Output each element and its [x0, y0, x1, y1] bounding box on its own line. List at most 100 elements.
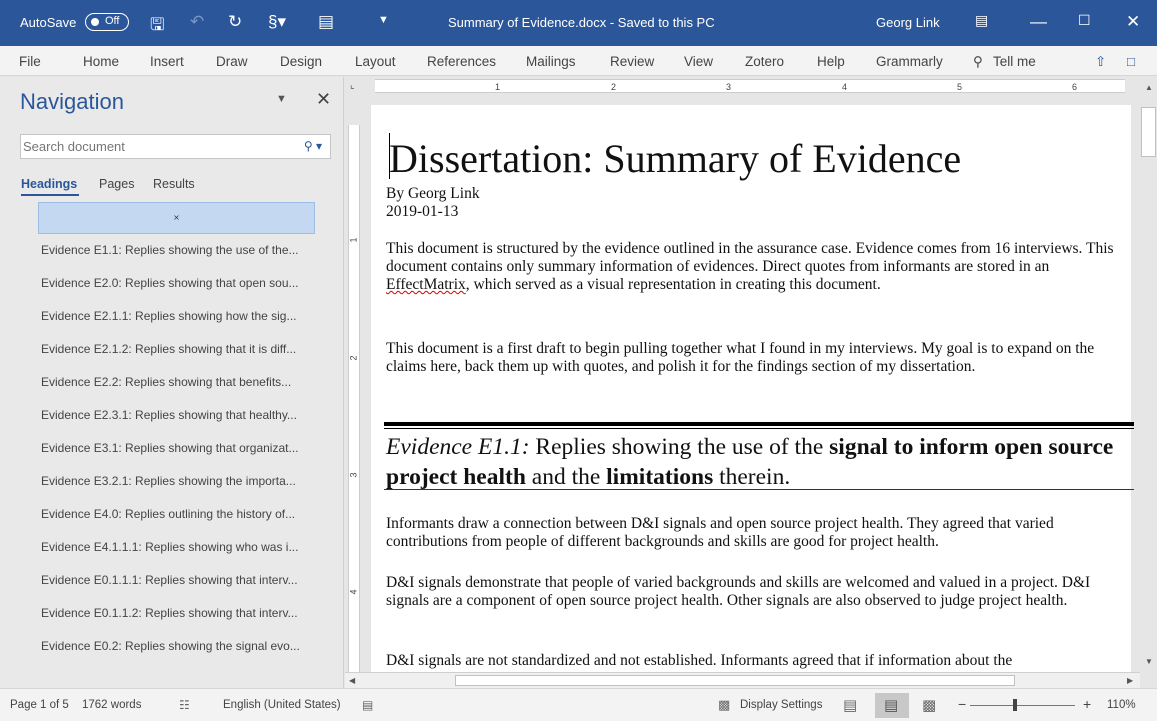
heading-label: Evidence E1.1:	[386, 434, 530, 460]
scroll-right-icon[interactable]: ▶	[1127, 676, 1133, 685]
share-icon[interactable]: ⇧	[1095, 54, 1106, 70]
web-layout-icon[interactable]: ▩	[922, 696, 936, 714]
ribbon-display-icon[interactable]: ▤	[975, 12, 988, 29]
redo-icon[interactable]: ↻	[228, 12, 242, 32]
close-pane-icon[interactable]: ✕	[316, 89, 331, 110]
zoom-slider[interactable]	[970, 705, 1075, 706]
tab-pages[interactable]: Pages	[99, 177, 134, 191]
heading-border-thick	[384, 422, 1134, 426]
tab-design[interactable]: Design	[280, 54, 322, 69]
user-name[interactable]: Georg Link	[876, 15, 940, 30]
tab-review[interactable]: Review	[610, 54, 654, 69]
close-window-icon[interactable]: ✕	[1126, 12, 1140, 32]
tab-insert[interactable]: Insert	[150, 54, 184, 69]
word-count[interactable]: 1762 words	[82, 699, 141, 711]
document-title-heading[interactable]: Dissertation: Summary of Evidence	[389, 135, 961, 182]
heading-item[interactable]: Evidence E3.2.1: Replies showing the imp…	[41, 474, 296, 488]
search-icon[interactable]: ⚲ ▾	[304, 139, 322, 153]
autosave-label: AutoSave	[20, 15, 77, 30]
scroll-up-icon[interactable]: ▲	[1145, 83, 1153, 92]
page-count[interactable]: Page 1 of 5	[10, 699, 69, 711]
horizontal-ruler[interactable]: ⌞ 1 2 3 4 5 6	[345, 77, 1157, 95]
heading-item[interactable]: Evidence E2.1.2: Replies showing that it…	[41, 342, 296, 356]
ruler-number: 1	[348, 237, 359, 243]
minimize-icon[interactable]: —	[1030, 12, 1047, 32]
selected-heading-item[interactable]: ⨯	[38, 202, 315, 234]
autosave-toggle[interactable]: Off	[85, 13, 129, 31]
heading-item[interactable]: Evidence E2.1.1: Replies showing how the…	[41, 309, 296, 323]
vertical-scrollbar[interactable]: ▲ ▼	[1140, 77, 1157, 688]
search-input[interactable]	[21, 135, 291, 158]
evidence-heading[interactable]: Evidence E1.1: Replies showing the use o…	[386, 432, 1121, 492]
ruler-number: 4	[842, 82, 848, 92]
tab-home[interactable]: Home	[83, 54, 119, 69]
heading-item[interactable]: Evidence E0.1.1.2: Replies showing that …	[41, 606, 298, 620]
customize-icon[interactable]: §▾	[268, 12, 286, 32]
heading-item[interactable]: Evidence E3.1: Replies showing that orga…	[41, 441, 298, 455]
zoom-out-icon[interactable]: −	[958, 696, 966, 712]
tell-me-box[interactable]: Tell me	[993, 54, 1036, 69]
tab-file[interactable]: File	[19, 54, 41, 69]
proofing-icon[interactable]: ☷	[179, 698, 190, 712]
heading-item[interactable]: Evidence E0.1.1.1: Replies showing that …	[41, 573, 298, 587]
heading-item[interactable]: Evidence E2.3.1: Replies showing that he…	[41, 408, 297, 422]
ruler-number: 6	[1072, 82, 1078, 92]
undo-icon[interactable]: ↶	[190, 12, 204, 32]
paragraph[interactable]: Informants draw a connection between D&I…	[386, 515, 1116, 551]
author-line[interactable]: By Georg Link	[386, 185, 1116, 203]
zoom-slider-knob[interactable]	[1013, 699, 1017, 711]
read-mode-icon[interactable]: ▤	[843, 696, 857, 714]
paragraph[interactable]: This document is structured by the evide…	[386, 240, 1116, 294]
horizontal-scrollbar[interactable]: ◀ ▶	[345, 672, 1140, 688]
comments-icon[interactable]: □	[1127, 54, 1135, 69]
heading-item[interactable]: Evidence E2.0: Replies showing that open…	[41, 276, 299, 290]
date-line[interactable]: 2019-01-13	[386, 203, 1116, 221]
ruler-scale: 1 2 3 4 5 6	[375, 79, 1125, 93]
scroll-thumb[interactable]	[455, 675, 1015, 686]
ruler-number: 2	[348, 355, 359, 361]
heading-border-thin	[384, 428, 1134, 429]
tab-headings[interactable]: Headings	[21, 177, 77, 191]
language-status[interactable]: English (United States)	[223, 699, 341, 711]
zoom-in-icon[interactable]: +	[1083, 696, 1091, 712]
heading-text: and the	[525, 464, 607, 490]
ribbon-tabs: File Home Insert Draw Design Layout Refe…	[0, 46, 1157, 76]
quick-access-dropdown-icon[interactable]: ▼	[378, 14, 389, 26]
tab-selector-icon[interactable]: ⌞	[350, 80, 355, 91]
tab-references[interactable]: References	[427, 54, 496, 69]
scroll-thumb[interactable]	[1141, 107, 1156, 157]
paragraph[interactable]: This document is a first draft to begin …	[386, 340, 1116, 376]
search-document-box[interactable]: ⚲ ▾	[20, 134, 331, 159]
save-icon[interactable]: 🖫	[150, 12, 164, 41]
zoom-level[interactable]: 110%	[1107, 699, 1136, 711]
paragraph[interactable]: D&I signals demonstrate that people of v…	[386, 574, 1116, 610]
heading-item[interactable]: Evidence E2.2: Replies showing that bene…	[41, 375, 291, 389]
document-page[interactable]: Dissertation: Summary of Evidence By Geo…	[371, 105, 1134, 672]
print-preview-icon[interactable]: ▤	[318, 12, 334, 32]
tell-me-search-icon[interactable]: ⚲	[973, 54, 983, 70]
vertical-ruler[interactable]: 1 2 3 4	[345, 95, 363, 672]
print-layout-button[interactable]: ▤	[875, 693, 909, 718]
heading-item[interactable]: Evidence E4.1.1.1: Replies showing who w…	[41, 540, 298, 554]
macro-icon[interactable]: ▤	[362, 698, 373, 712]
tab-zotero[interactable]: Zotero	[745, 54, 784, 69]
maximize-icon[interactable]: ☐	[1078, 12, 1091, 29]
heading-item[interactable]: Evidence E1.1: Replies showing the use o…	[41, 243, 299, 257]
pane-options-dropdown-icon[interactable]: ▼	[276, 93, 287, 105]
tab-results[interactable]: Results	[153, 177, 195, 191]
tab-help[interactable]: Help	[817, 54, 845, 69]
tab-grammarly[interactable]: Grammarly	[876, 54, 943, 69]
misspelled-word[interactable]: EffectMatrix	[386, 276, 466, 293]
display-settings-icon[interactable]: ▩	[718, 697, 730, 713]
heading-item[interactable]: Evidence E4.0: Replies outlining the his…	[41, 507, 295, 521]
tab-view[interactable]: View	[684, 54, 713, 69]
display-settings[interactable]: Display Settings	[740, 699, 822, 711]
scroll-down-icon[interactable]: ▼	[1145, 657, 1153, 666]
heading-item[interactable]: Evidence E0.2: Replies showing the signa…	[41, 639, 300, 653]
tab-layout[interactable]: Layout	[355, 54, 396, 69]
scroll-left-icon[interactable]: ◀	[349, 676, 355, 685]
tab-mailings[interactable]: Mailings	[526, 54, 576, 69]
document-area[interactable]: Dissertation: Summary of Evidence By Geo…	[363, 95, 1140, 672]
tab-draw[interactable]: Draw	[216, 54, 248, 69]
paragraph[interactable]: D&I signals are not standardized and not…	[386, 652, 1116, 670]
